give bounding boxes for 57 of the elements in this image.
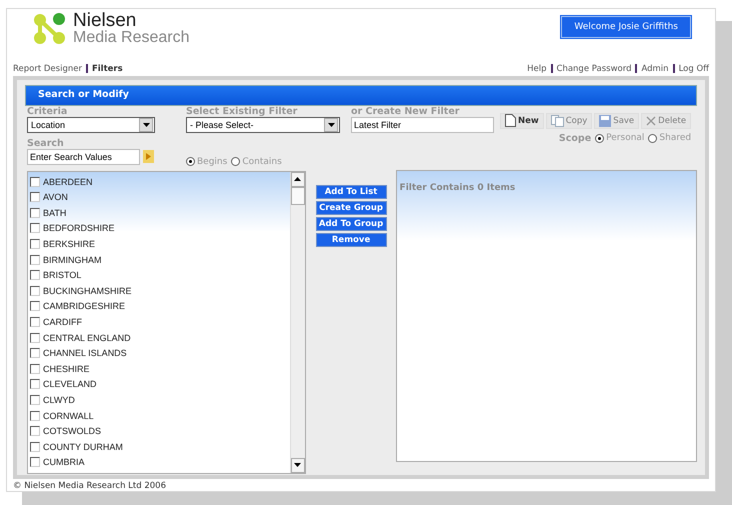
list-item[interactable]: CUMBRIA <box>30 454 288 470</box>
list-item[interactable]: CHESHIRE <box>30 361 288 377</box>
close-icon <box>646 116 656 126</box>
scroll-down-icon <box>294 463 302 468</box>
filter-name-input[interactable]: Latest Filter <box>351 116 494 133</box>
welcome-banner: Welcome Josie Griffiths <box>561 16 691 38</box>
nav-link[interactable]: Report Designer <box>13 64 82 74</box>
criteria-dropdown[interactable]: Location <box>27 116 155 133</box>
action-button[interactable]: Remove <box>316 232 387 247</box>
list-item[interactable]: CARDIFF <box>30 314 288 330</box>
copy-icon <box>550 114 564 127</box>
list-item[interactable]: BIRMINGHAM <box>30 252 288 268</box>
field-label: or Create New Filter <box>351 106 460 117</box>
scroll-thumb[interactable] <box>290 186 305 205</box>
list-item[interactable]: COUNTY DURHAM <box>30 438 288 455</box>
list-item[interactable]: CHANNEL ISLANDS <box>30 345 288 361</box>
filter-title: Filter Contains 0 Items <box>400 182 516 193</box>
list-item[interactable]: CLEVELAND <box>30 376 288 392</box>
list-item[interactable]: COTSWOLDS <box>30 423 288 439</box>
header-link[interactable]: Admin <box>641 64 669 74</box>
filter-dropdown[interactable]: - Please Select- <box>186 116 340 133</box>
scope-label: Scope <box>558 132 592 144</box>
field-label: Criteria <box>27 106 68 117</box>
toolbar-button[interactable]: New <box>500 112 544 129</box>
scrollbar[interactable] <box>290 172 305 473</box>
list-item[interactable]: BUCKINGHAMSHIRE <box>30 283 288 299</box>
dropdown-arrow-icon <box>328 122 334 127</box>
list-item[interactable]: BRISTOL <box>30 267 288 284</box>
brand-name: Nielsen <box>73 12 136 29</box>
copyright-text: © Nielsen Media Research Ltd 2006 <box>13 480 167 491</box>
logo-icon <box>33 12 67 46</box>
list-item[interactable]: CAMBRIDGESHIRE <box>30 298 288 314</box>
list-item[interactable]: AVON <box>30 189 288 206</box>
search-input[interactable]: Enter Search Values <box>27 148 140 165</box>
list-item[interactable]: BEDFORDSHIRE <box>30 220 288 236</box>
brand-subtitle: Media Research <box>73 29 190 46</box>
list-item[interactable]: CORNWALL <box>30 408 288 424</box>
header-link[interactable]: Help <box>527 64 547 74</box>
header-link[interactable]: Change Password <box>556 64 632 74</box>
page-icon <box>505 114 516 128</box>
header-link[interactable]: Log Off <box>678 64 709 74</box>
field-label: Select Existing Filter <box>186 106 298 117</box>
arrow-icon <box>146 153 151 160</box>
field-label: Search <box>27 138 65 149</box>
action-button[interactable]: Add To Group <box>316 216 387 231</box>
list-item[interactable]: CLWYD <box>30 392 288 408</box>
panel-title: Search or Modify <box>25 84 697 106</box>
action-button[interactable]: Create Group <box>316 200 387 215</box>
action-button[interactable]: Add To List <box>316 184 387 199</box>
dropdown-arrow-icon <box>142 122 150 127</box>
list-item[interactable]: ABERDEEN <box>30 174 288 190</box>
list-item[interactable]: BERKSHIRE <box>30 236 288 252</box>
search-go-button[interactable] <box>143 150 154 164</box>
scroll-up-icon <box>294 177 302 182</box>
list-item[interactable]: CENTRAL ENGLAND <box>30 330 288 346</box>
nav-link[interactable]: Filters <box>92 64 123 74</box>
list-item[interactable]: BATH <box>30 205 288 221</box>
